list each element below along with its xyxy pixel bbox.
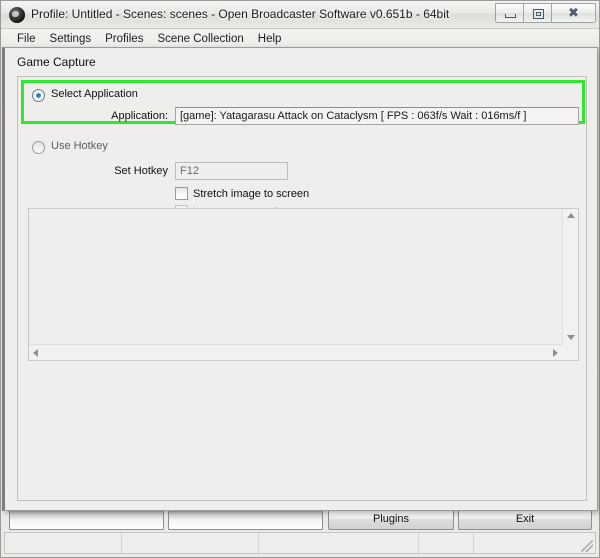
status-cell-1 bbox=[5, 533, 122, 553]
menu-item-help[interactable]: Help bbox=[251, 31, 289, 47]
plugins-button[interactable]: Plugins bbox=[328, 508, 454, 530]
scrollbar-corner bbox=[562, 344, 578, 360]
status-cell-3 bbox=[259, 533, 419, 553]
menu-item-scene-collection[interactable]: Scene Collection bbox=[150, 31, 250, 47]
window-title: Profile: Untitled - Scenes: scenes - Ope… bbox=[31, 7, 450, 21]
title-bar: Profile: Untitled - Scenes: scenes - Ope… bbox=[1, 1, 599, 29]
menu-item-profiles[interactable]: Profiles bbox=[98, 31, 150, 47]
set-hotkey-label: Set Hotkey bbox=[114, 165, 168, 177]
menu-bar: File Settings Profiles Scene Collection … bbox=[1, 29, 599, 49]
restore-button[interactable] bbox=[523, 3, 552, 23]
exit-button[interactable]: Exit bbox=[458, 508, 592, 530]
restore-icon bbox=[533, 9, 544, 19]
resize-grip-icon[interactable] bbox=[581, 540, 593, 552]
scroll-left-arrow-icon[interactable] bbox=[33, 349, 38, 357]
checkbox-label: Stretch image to screen bbox=[193, 187, 310, 200]
application-input[interactable]: [game]: Yatagarasu Attack on Cataclysm [… bbox=[175, 107, 579, 125]
use-hotkey-radio-label[interactable]: Use Hotkey bbox=[51, 140, 108, 152]
scenes-list[interactable] bbox=[9, 508, 164, 530]
use-hotkey-radio[interactable] bbox=[32, 141, 45, 154]
status-cell-4 bbox=[419, 533, 474, 553]
application-label: Application: bbox=[111, 110, 168, 122]
checkbox-stretch-image-to-screen[interactable]: Stretch image to screen bbox=[175, 187, 309, 200]
dialog-title: Game Capture bbox=[17, 55, 96, 69]
horizontal-scrollbar[interactable] bbox=[29, 344, 562, 360]
sources-list[interactable] bbox=[168, 508, 323, 530]
status-bar bbox=[4, 532, 596, 554]
close-icon: ✖ bbox=[568, 6, 579, 21]
menu-item-file[interactable]: File bbox=[10, 31, 43, 47]
window-controls: ✖ bbox=[495, 3, 596, 23]
set-hotkey-input[interactable]: F12 bbox=[175, 162, 288, 180]
select-application-radio[interactable] bbox=[32, 89, 45, 102]
capture-preview-area[interactable] bbox=[28, 208, 579, 361]
minimize-icon bbox=[505, 14, 516, 18]
status-cell-2 bbox=[122, 533, 259, 553]
status-cell-5 bbox=[474, 533, 595, 553]
game-capture-group-frame: Select Application Application: [game]: … bbox=[17, 76, 587, 501]
obs-globe-icon bbox=[9, 7, 25, 23]
minimize-button[interactable] bbox=[495, 3, 524, 23]
close-button[interactable]: ✖ bbox=[551, 3, 596, 23]
vertical-scrollbar[interactable] bbox=[562, 209, 578, 344]
checkbox-icon bbox=[175, 187, 188, 200]
scroll-down-arrow-icon[interactable] bbox=[567, 335, 575, 340]
scroll-right-arrow-icon[interactable] bbox=[553, 349, 558, 357]
menu-item-settings[interactable]: Settings bbox=[43, 31, 99, 47]
select-application-radio-label[interactable]: Select Application bbox=[51, 88, 138, 100]
scroll-up-arrow-icon[interactable] bbox=[567, 213, 575, 218]
game-capture-dialog: Game Capture Select Application Applicat… bbox=[2, 47, 598, 511]
